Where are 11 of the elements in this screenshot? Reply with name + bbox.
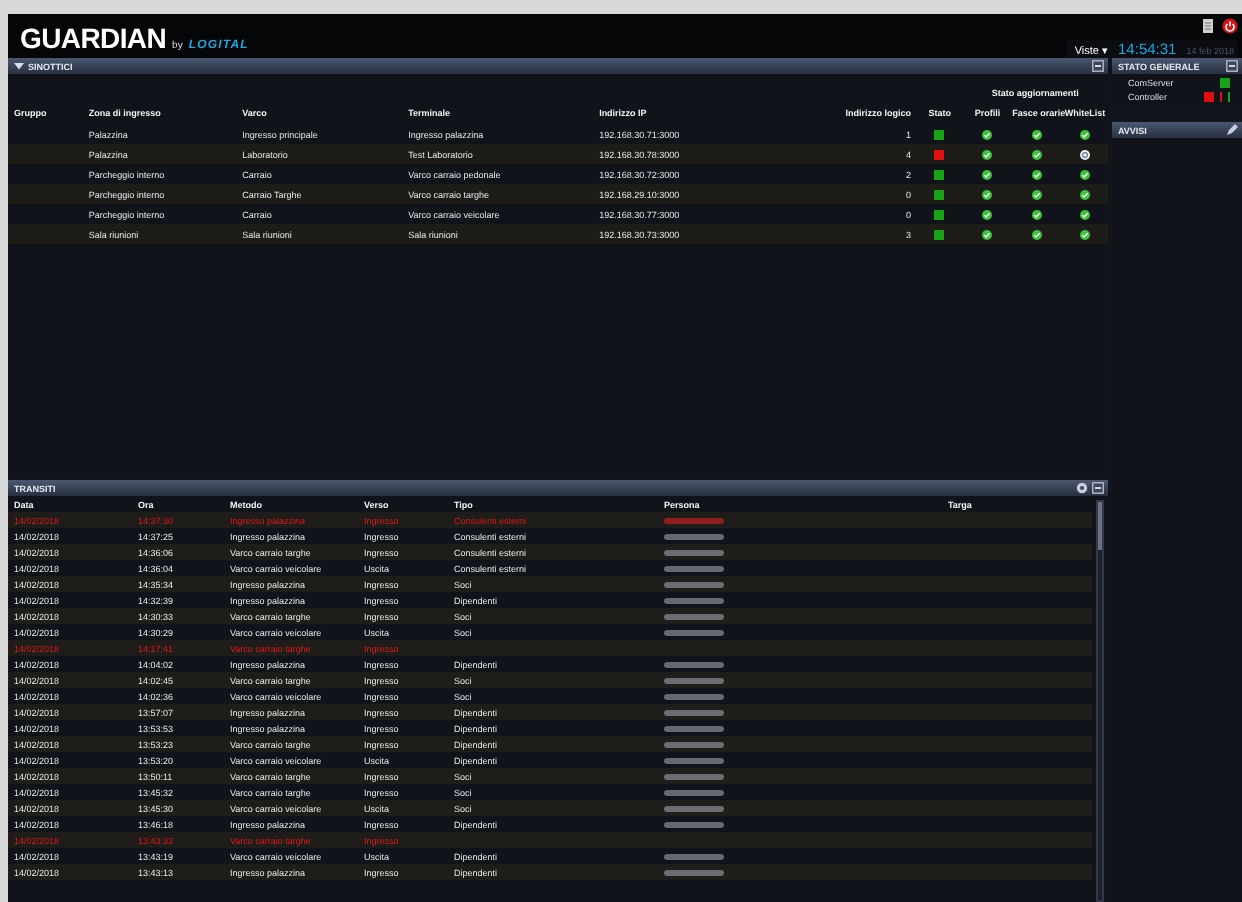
- minimize-icon[interactable]: [1226, 60, 1238, 72]
- pencil-icon[interactable]: [1226, 124, 1238, 136]
- logo-text: GUARDIAN: [20, 24, 167, 52]
- collapse-triangle-icon[interactable]: [14, 62, 24, 70]
- settings-icon[interactable]: [1076, 482, 1088, 494]
- scrollbar-thumb[interactable]: [1098, 502, 1102, 550]
- document-icon[interactable]: [1202, 18, 1214, 34]
- minimize-icon[interactable]: [1092, 482, 1104, 494]
- power-icon[interactable]: [1222, 18, 1238, 34]
- minimize-icon[interactable]: [1092, 60, 1104, 72]
- scrollbar[interactable]: [1096, 500, 1104, 902]
